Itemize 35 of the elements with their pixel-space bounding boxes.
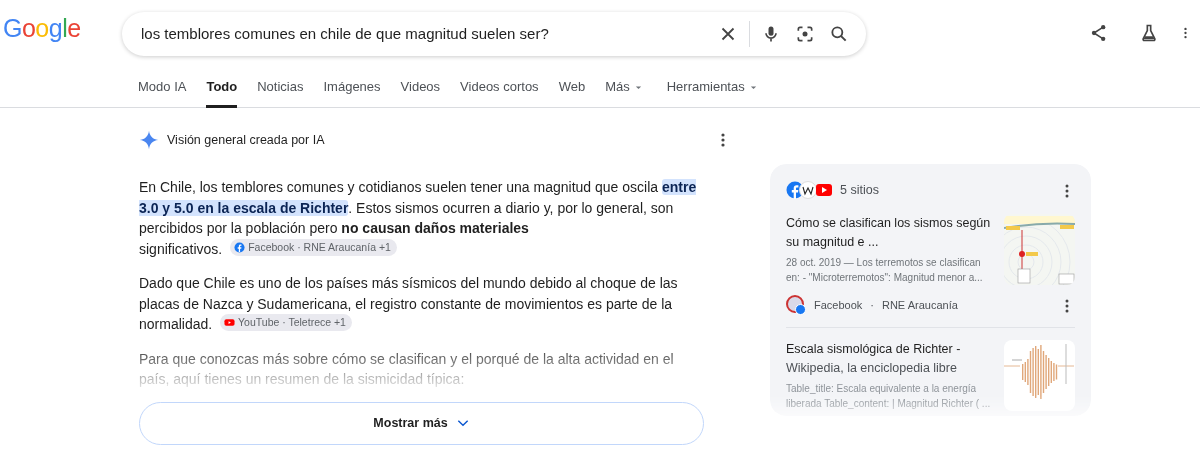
result-title[interactable]: Escala sismológica de Richter - — [786, 340, 996, 359]
search-tab[interactable]: Videos cortos — [460, 66, 539, 108]
site-author: RNE Araucanía — [882, 297, 958, 313]
result-snippet: Table_title: Escala equivalente a la energía liberada Table_content: | Magnitud Richter ( ... — [786, 382, 992, 411]
site-name: Facebook — [814, 297, 863, 313]
search-tab[interactable]: Modo IA — [138, 66, 187, 108]
result-subtitle: Wikipedia, la enciclopedia libre — [786, 360, 958, 377]
site-logos-icon — [786, 181, 832, 199]
camera-icon[interactable] — [795, 24, 815, 44]
result-title[interactable]: Cómo se clasifican los sismos según su magnitud e ... — [786, 214, 996, 252]
overview-paragraph: En Chile, los temblores comunes y cotidianos suelen tener una magnitud que oscila entre 3.0 y 5.0 en la escala de Richter. Estos sismos ocurren a diario y, por lo general, son percibidos por la población pero no causan daños materiales significativos. Facebook · RNE Araucanía +1 — [139, 178, 698, 259]
search-tab[interactable]: Web — [558, 66, 586, 108]
overview-paragraph: Dado que Chile es uno de los países más sísmicos del mundo debido al choque de las placas de Nazca y Sudamericana, el registro constante de movimientos es parte de la normalidad. YouTube · Teletrece +1 — [139, 274, 679, 334]
site-count: 5 sitios — [840, 181, 879, 199]
flask-icon[interactable] — [1139, 23, 1159, 43]
overview-paragraph: Para que conozcas más sobre cómo se clasifican y el porqué de la alta actividad en el país, aquí tienes un resumen de la sismicidad típica: — [139, 349, 675, 389]
search-input[interactable]: los temblores comunes en chile de que magnitud suelen ser? — [139, 21, 711, 47]
source-chip[interactable]: YouTube · Teletrece +1 — [220, 314, 352, 331]
search-icon[interactable] — [829, 24, 849, 44]
sparkle-icon — [139, 130, 159, 150]
site-avatar-icon — [786, 295, 806, 315]
separator-dot: · — [870, 297, 874, 313]
result-snippet: 28 oct. 2019 — Los terremotos se clasifican en: - "Microterremotos": Magnitud menor a... — [786, 256, 984, 285]
search-tab[interactable]: Videos — [400, 66, 441, 108]
video-play-icon — [224, 317, 236, 328]
search-tab[interactable]: Todo — [206, 66, 238, 108]
search-tab[interactable]: Herramientas — [666, 66, 758, 108]
source-chip[interactable]: Facebook · RNE Araucanía +1 — [230, 238, 397, 256]
search-tab[interactable]: Imágenes — [323, 66, 381, 108]
overview-title: Visión general creada por IA — [167, 131, 325, 149]
show-more-button[interactable]: Mostrar más — [139, 401, 704, 445]
search-tab[interactable]: Noticias — [257, 66, 304, 108]
search-tab[interactable]: Más — [605, 66, 643, 108]
google-logo[interactable]: Google — [0, 12, 122, 41]
facebook-icon — [234, 241, 246, 253]
